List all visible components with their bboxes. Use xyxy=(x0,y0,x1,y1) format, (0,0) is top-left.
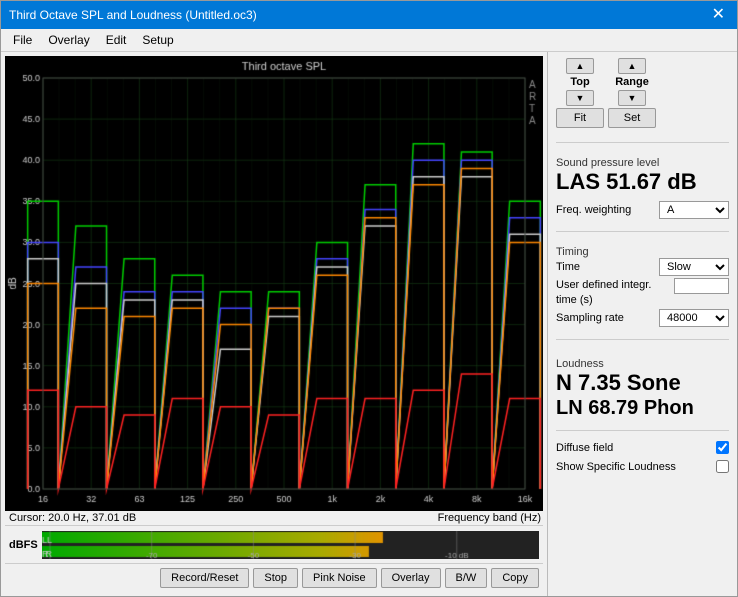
time-label: Time xyxy=(556,261,580,273)
freq-weighting-row: Freq. weighting A B C Z xyxy=(556,201,729,219)
pink-noise-button[interactable]: Pink Noise xyxy=(302,568,377,588)
timing-label: Timing xyxy=(556,246,729,258)
timing-section: Timing Time Slow Fast User defined integ… xyxy=(556,242,729,329)
dbfs-bar: dBFS xyxy=(5,525,543,563)
freq-weighting-label: Freq. weighting xyxy=(556,204,631,216)
user-integr-row: User defined integr. time (s) 10 xyxy=(556,278,729,307)
user-integr-label: User defined integr. time (s) xyxy=(556,278,656,307)
cursor-info: Cursor: 20.0 Hz, 37.01 dB xyxy=(7,512,136,524)
set-button[interactable]: Set xyxy=(608,108,656,128)
overlay-button[interactable]: Overlay xyxy=(381,568,441,588)
diffuse-field-row: Diffuse field xyxy=(556,441,729,454)
user-integr-input[interactable]: 10 xyxy=(674,278,729,294)
top-down-button[interactable]: ▼ xyxy=(566,90,594,106)
spl-label: Sound pressure level xyxy=(556,157,729,169)
loudness-label: Loudness xyxy=(556,358,729,370)
show-specific-checkbox[interactable] xyxy=(716,460,729,473)
show-specific-row: Show Specific Loudness xyxy=(556,460,729,473)
diffuse-field-label: Diffuse field xyxy=(556,442,613,454)
copy-button[interactable]: Copy xyxy=(491,568,539,588)
dbfs-label: dBFS xyxy=(9,539,38,551)
divider-2 xyxy=(556,231,729,232)
range-down-button[interactable]: ▼ xyxy=(618,90,646,106)
menu-file[interactable]: File xyxy=(5,31,40,49)
close-button[interactable]: ✕ xyxy=(708,7,729,23)
window-title: Third Octave SPL and Loudness (Untitled.… xyxy=(9,8,257,22)
sampling-rate-row: Sampling rate 48000 44100 96000 xyxy=(556,309,729,327)
sampling-rate-select[interactable]: 48000 44100 96000 xyxy=(659,309,729,327)
menu-overlay[interactable]: Overlay xyxy=(40,31,97,49)
main-content: Cursor: 20.0 Hz, 37.01 dB Frequency band… xyxy=(1,52,737,596)
nav-controls-row: ▲ Top ▼ Fit ▲ Range ▼ Set xyxy=(556,58,729,128)
chart-area: Cursor: 20.0 Hz, 37.01 dB Frequency band… xyxy=(1,52,547,596)
spl-value: LAS 51.67 dB xyxy=(556,169,729,195)
top-up-button[interactable]: ▲ xyxy=(566,58,594,74)
spl-section: Sound pressure level LAS 51.67 dB xyxy=(556,153,729,195)
n-value: N 7.35 Sone xyxy=(556,370,729,396)
time-row: Time Slow Fast xyxy=(556,258,729,276)
divider-4 xyxy=(556,430,729,431)
show-specific-label: Show Specific Loudness xyxy=(556,461,676,473)
main-window: Third Octave SPL and Loudness (Untitled.… xyxy=(0,0,738,597)
freq-weighting-select[interactable]: A B C Z xyxy=(659,201,729,219)
range-label: Range xyxy=(615,76,649,88)
fit-button[interactable]: Fit xyxy=(556,108,604,128)
loudness-section: Loudness N 7.35 Sone LN 68.79 Phon xyxy=(556,354,729,420)
time-select[interactable]: Slow Fast xyxy=(659,258,729,276)
stop-button[interactable]: Stop xyxy=(253,568,298,588)
record-reset-button[interactable]: Record/Reset xyxy=(160,568,249,588)
range-up-button[interactable]: ▲ xyxy=(618,58,646,74)
diffuse-field-checkbox[interactable] xyxy=(716,441,729,454)
bw-button[interactable]: B/W xyxy=(445,568,488,588)
divider-1 xyxy=(556,142,729,143)
menu-edit[interactable]: Edit xyxy=(98,31,135,49)
menu-setup[interactable]: Setup xyxy=(134,31,181,49)
menu-bar: File Overlay Edit Setup xyxy=(1,29,737,52)
ln-value: LN 68.79 Phon xyxy=(556,396,729,420)
bottom-buttons: Record/Reset Stop Pink Noise Overlay B/W… xyxy=(5,563,543,592)
divider-3 xyxy=(556,339,729,340)
title-bar: Third Octave SPL and Loudness (Untitled.… xyxy=(1,1,737,29)
freq-band-label: Frequency band (Hz) xyxy=(438,512,541,524)
sampling-rate-label: Sampling rate xyxy=(556,312,624,324)
top-fit-col: ▲ Top ▼ Fit xyxy=(556,58,604,128)
range-set-col: ▲ Range ▼ Set xyxy=(608,58,656,128)
top-label: Top xyxy=(570,76,589,88)
right-panel: ▲ Top ▼ Fit ▲ Range ▼ Set Sound pressure… xyxy=(547,52,737,596)
